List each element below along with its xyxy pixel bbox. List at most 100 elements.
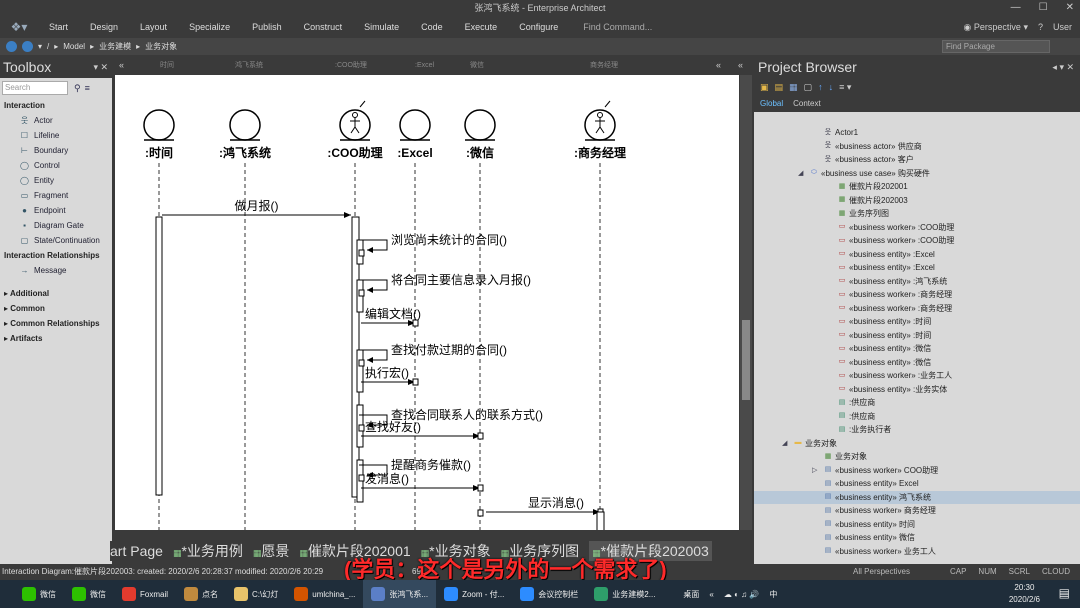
menu-start[interactable]: Start [49,22,68,32]
message[interactable]: 将合同主要信息录入月报() [358,272,531,297]
tree-item[interactable]: ▭ «business entity» :时间 [754,315,1080,329]
message[interactable]: 做月报() [162,198,351,218]
menu-publish[interactable]: Publish [252,22,282,32]
menu-specialize[interactable]: Specialize [189,22,230,32]
doc-tab[interactable]: ▦*业务用例 [173,541,243,561]
tree-item[interactable]: ▭ «business entity» :Excel [754,261,1080,275]
menu-icon[interactable]: ≡ [85,83,90,93]
tree-item[interactable]: ▭ «business worker» :商务经理 [754,288,1080,302]
taskbar-item[interactable]: Foxmail [114,580,176,608]
tree-item[interactable]: ▭ «business entity» :微信 [754,356,1080,370]
tab-context[interactable]: Context [793,96,821,112]
tree-item[interactable]: ▤ «business entity» 微信 [754,531,1080,545]
tree-item[interactable]: 웃 «business actor» 供应商 [754,140,1080,154]
tree-item[interactable]: ▭ «business entity» :时间 [754,329,1080,343]
tray-icons[interactable]: ☁ ◐ ♫ 🔊 [724,590,759,599]
tree-item[interactable]: ▭ «business entity» :微信 [754,342,1080,356]
toolbox-item-lifeline[interactable]: ☐ Lifeline [0,128,112,143]
lifeline[interactable]: :商务经理 [574,100,626,530]
collapse-icon[interactable]: « [119,60,124,70]
toolbox-section[interactable]: ▸ Common Relationships [0,316,112,331]
taskbar-item[interactable]: Zoom - 付... [436,580,512,608]
tree-item[interactable]: ▦ 催款片段202003 [754,194,1080,208]
new-package-icon[interactable]: ▣ [760,82,769,93]
expand-icon[interactable]: ◢ [798,167,807,181]
tree-item[interactable]: ▦ 业务序列图 [754,207,1080,221]
tree-item[interactable]: ▦ 催款片段202001 [754,180,1080,194]
toolbox-item-message[interactable]: → Message [0,263,112,278]
taskbar-item[interactable]: 会议控制栏 [512,580,586,608]
taskbar-item[interactable]: umlchina_... [286,580,363,608]
perspective-button[interactable]: ◉ Perspective ▾ [964,22,1028,33]
toolbox-item-actor[interactable]: 웃 Actor [0,113,112,128]
tree-item[interactable]: ▭ «business worker» :业务工人 [754,369,1080,383]
maximize-icon[interactable]: ☐ [1039,0,1048,16]
toolbox-item-boundary[interactable]: ⊢ Boundary [0,143,112,158]
tree-item[interactable]: ▭ «business entity» :业务实体 [754,383,1080,397]
find-command-input[interactable]: Find Command... [583,22,652,32]
toolbox-search-input[interactable]: Search [2,81,68,95]
expand-icon[interactable]: ▷ [812,464,821,478]
close-icon[interactable]: ✕ [1066,0,1074,16]
new-folder-icon[interactable]: ▤ [775,82,784,93]
taskbar-item[interactable]: 业务建模2... [586,580,663,608]
search-icon[interactable]: ⚲ [74,83,81,94]
message[interactable]: 编辑文档() [361,306,421,327]
move-down-icon[interactable]: ↓ [829,82,834,92]
message[interactable]: 显示消息() [486,495,604,516]
panel-controls[interactable]: ▾ ✕ [93,56,108,78]
tree-item[interactable]: ▤:供应商 [754,410,1080,424]
tree-item[interactable]: ▭ «business worker» :商务经理 [754,302,1080,316]
scroll-left-icon[interactable]: « [716,60,721,70]
tree-item[interactable]: ▭ «business entity» :鸿飞系统 [754,275,1080,289]
taskbar-item[interactable]: 微信 [64,580,114,608]
menu-icon[interactable]: ≡ ▾ [839,82,851,93]
tree-item[interactable]: ▤ «business entity» 时间 [754,518,1080,532]
toolbox-item-entity[interactable]: ◯ Entity [0,173,112,188]
menu-configure[interactable]: Configure [519,22,558,32]
clock[interactable]: 20:30 2020/2/6 [1009,582,1040,606]
message[interactable]: 查找好友() [361,420,484,440]
tree-item[interactable]: ◢ ▬ 业务对象 [754,437,1080,451]
expand-icon[interactable]: ◢ [782,437,791,451]
taskbar-item[interactable]: 张鸿飞系... [363,580,437,608]
expand-icon[interactable]: « [738,60,743,70]
minimize-icon[interactable]: — [1011,0,1021,16]
tree-item[interactable]: ▤ «business entity» 鸿飞系统 [754,490,1080,504]
toolbox-section[interactable]: Interaction Relationships [0,248,112,263]
breadcrumb-business-objects[interactable]: 业务对象 [145,41,177,52]
help-icon[interactable]: ? [1038,22,1043,33]
tree-item[interactable]: ▭ «business worker» :COO助理 [754,221,1080,235]
user-label[interactable]: User [1053,22,1072,33]
menu-code[interactable]: Code [421,22,443,32]
message[interactable]: 查找付款过期的合同() [358,342,507,367]
notification-icon[interactable]: ▤ [1059,586,1070,600]
doc-tab[interactable]: art Page [110,543,163,559]
tray-chevron-icon[interactable]: « [709,590,713,599]
back-icon[interactable] [6,41,17,52]
tree-item[interactable]: ◢ ⬭ «business use case» 购买硬件 [754,167,1080,181]
taskbar-item[interactable]: 点名 [176,580,226,608]
tree-item[interactable]: 웃 Actor1 [754,126,1080,140]
toolbox-section[interactable]: ▸ Artifacts [0,331,112,346]
breadcrumb-model[interactable]: Model [63,42,85,51]
forward-icon[interactable] [22,41,33,52]
vertical-scrollbar[interactable] [740,75,752,530]
desktop-label[interactable]: 桌面 [683,589,699,600]
tree-item[interactable]: ▤ «business entity» Excel [754,477,1080,491]
find-package-input[interactable]: Find Package [942,40,1050,53]
toolbox-item-state-continuation[interactable]: ▢ State/Continuation [0,233,112,248]
tab-global[interactable]: Global [760,96,783,112]
new-diagram-icon[interactable]: ▦ [789,82,798,93]
scrollbar-thumb[interactable] [742,320,750,400]
doc-tab[interactable]: ▦愿景 [253,541,290,561]
move-up-icon[interactable]: ↑ [818,82,823,92]
toolbox-item-diagram-gate[interactable]: ▪ Diagram Gate [0,218,112,233]
panel-controls[interactable]: ◂ ▾ ✕ [1052,56,1074,78]
tree-item[interactable]: ▭ «business worker» :COO助理 [754,234,1080,248]
ime-indicator[interactable]: 中 [769,589,777,600]
tree-item[interactable]: ▤:供应商 [754,396,1080,410]
message[interactable]: 执行宏() [361,365,419,386]
breadcrumb-business-modeling[interactable]: 业务建模 [99,41,131,52]
toolbox-section[interactable]: ▸ Common [0,301,112,316]
